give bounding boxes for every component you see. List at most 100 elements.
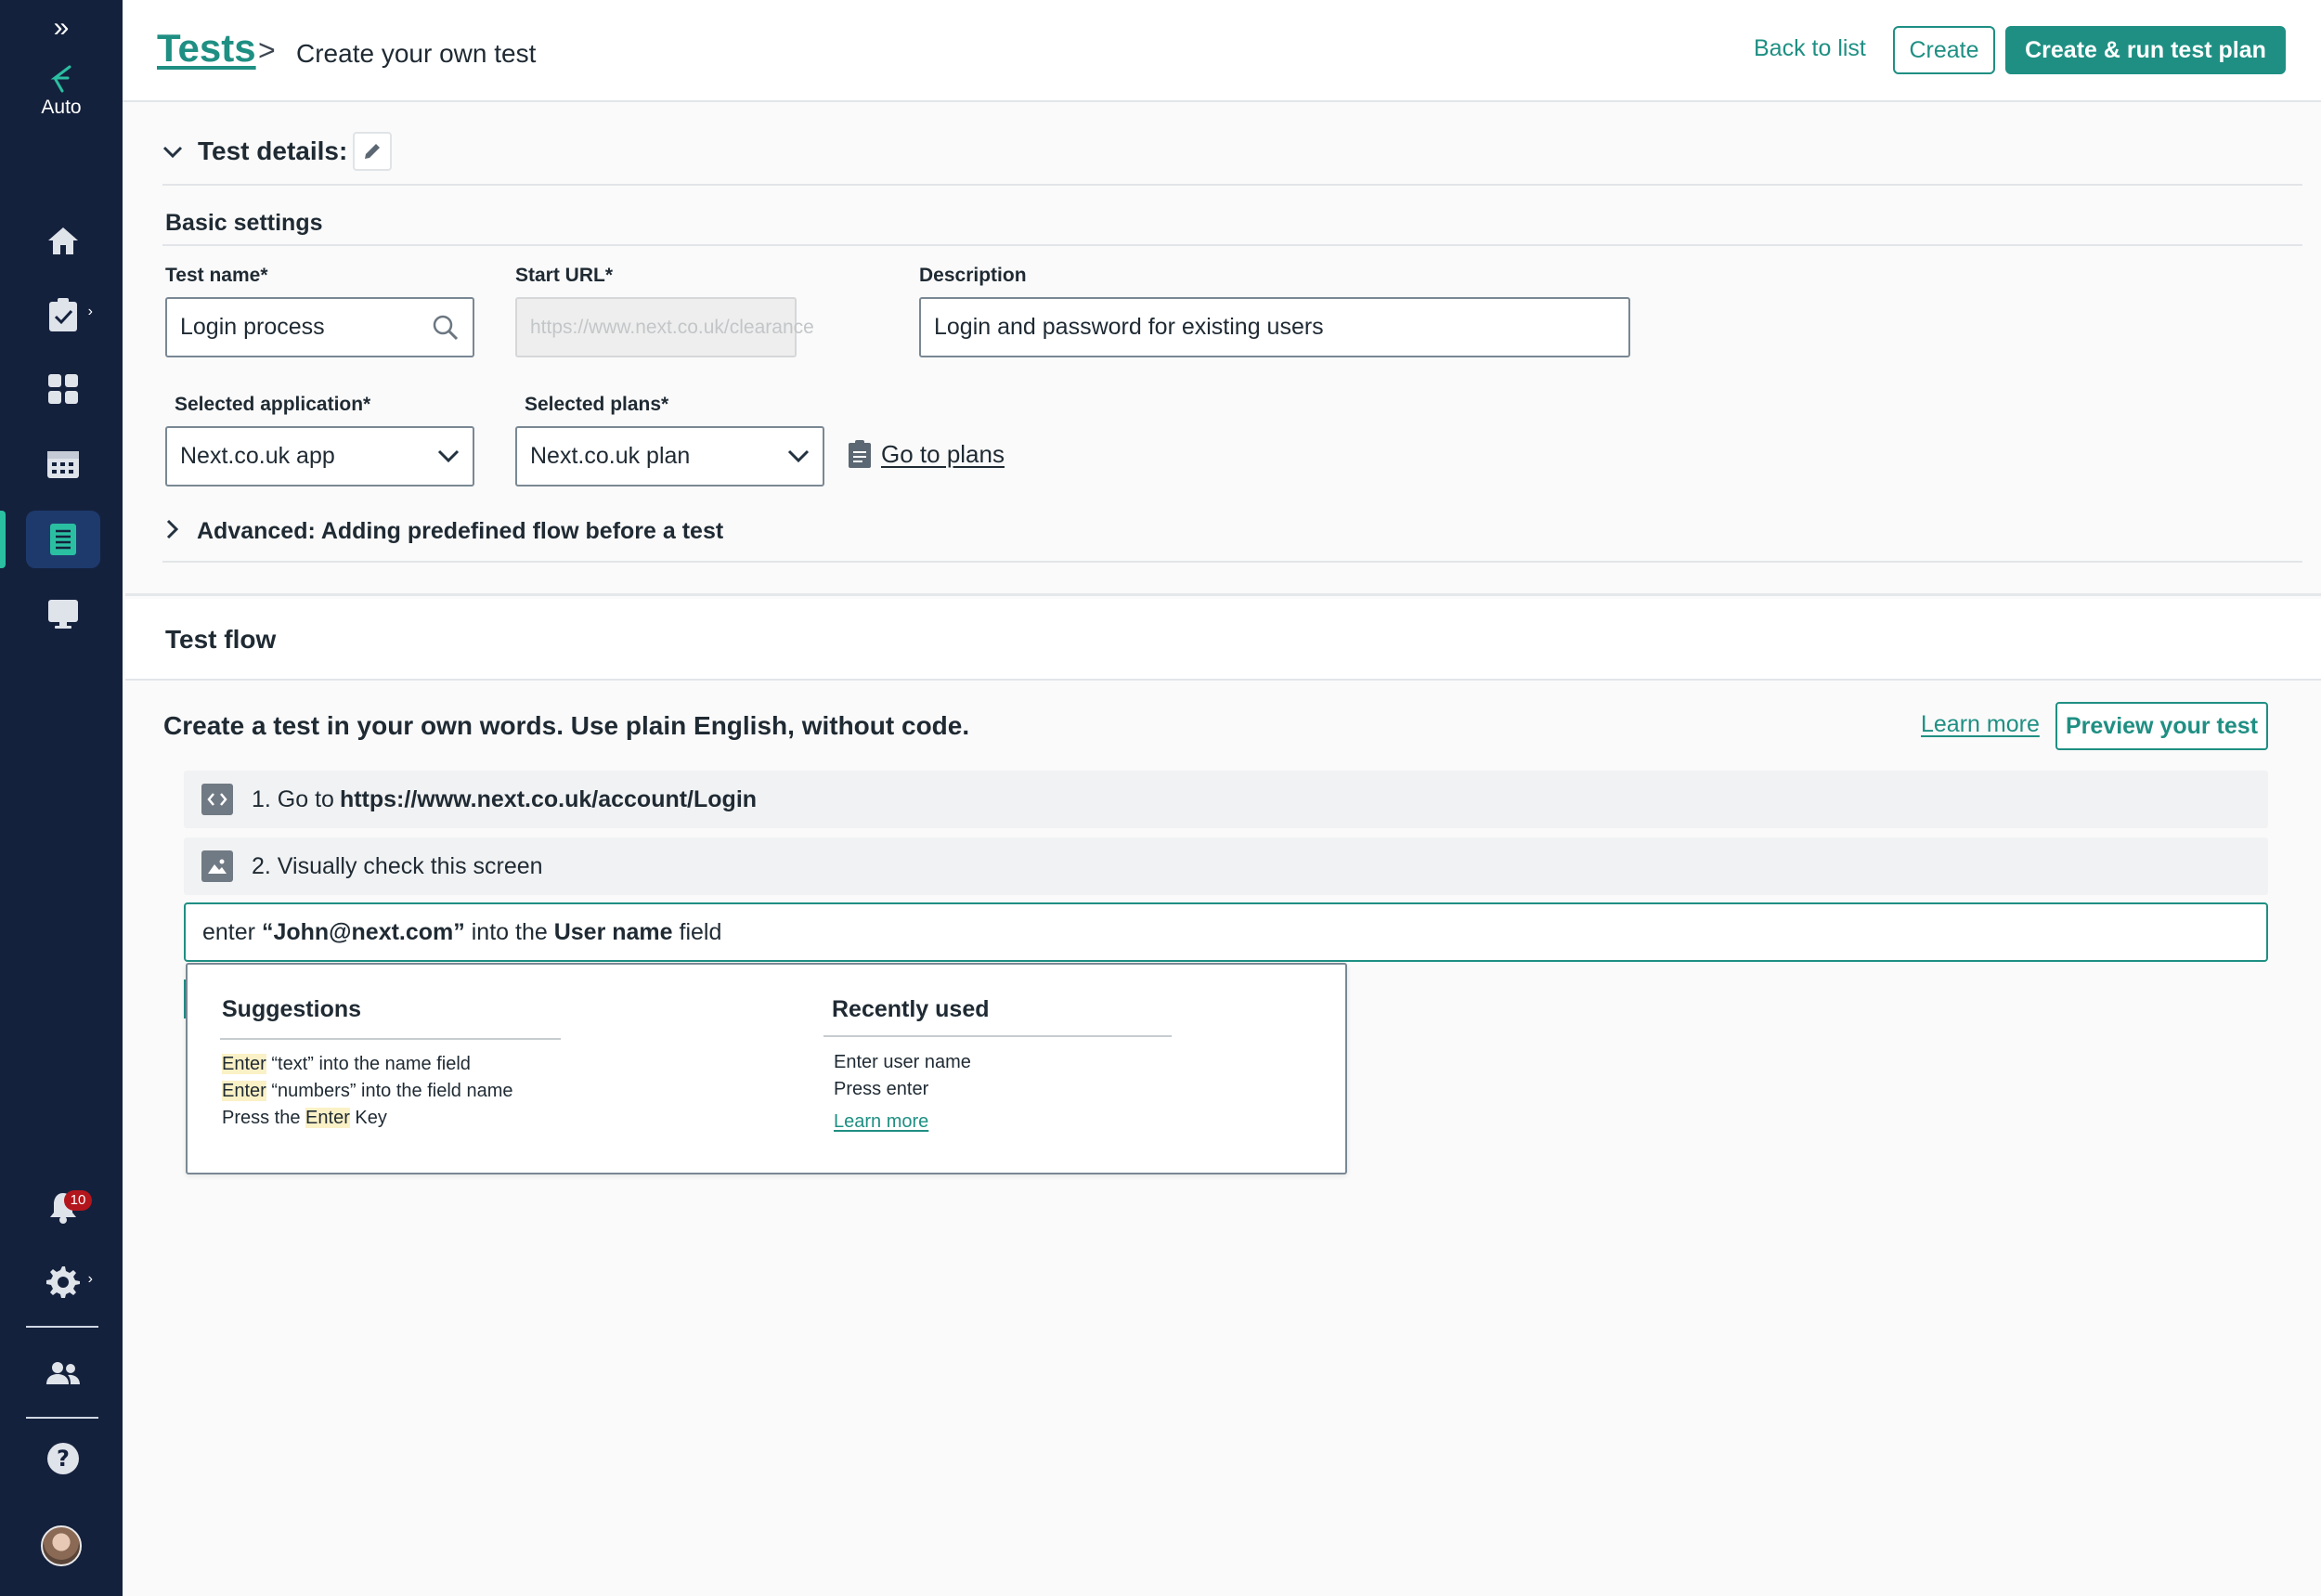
selected-application-label: Selected application* [175, 394, 371, 415]
recent-item[interactable]: Press enter [834, 1079, 928, 1100]
edit-details-button[interactable] [353, 132, 392, 171]
step-editor-input[interactable]: enter “John@next.com” into the User name… [184, 902, 2268, 962]
breadcrumb-tests-link[interactable]: Tests [157, 26, 256, 71]
divider [220, 1038, 561, 1040]
test-details-panel: Test details: Basic settings Test name* … [125, 102, 2321, 596]
sidebar-item-tests[interactable] [26, 511, 100, 568]
suggestions-heading: Suggestions [222, 996, 362, 1022]
breadcrumb-chevron-icon: > [258, 33, 276, 67]
svg-text:?: ? [57, 1446, 70, 1472]
suggestion-item[interactable]: Press the Enter Key [222, 1108, 387, 1129]
expand-sidebar-icon[interactable]: » [46, 13, 76, 43]
learn-more-link[interactable]: Learn more [1921, 711, 2040, 738]
start-url-input: https://www.next.co.uk/clearance [515, 297, 814, 357]
recent-item[interactable]: Enter user name [834, 1052, 971, 1073]
flow-step[interactable]: 2. Visually check this screen [184, 837, 2268, 895]
go-to-plans-link[interactable]: Go to plans [848, 439, 1005, 469]
search-icon [433, 315, 459, 341]
step-text: 1. Go to [252, 785, 334, 812]
step-text: 2. Visually check this screen [252, 852, 543, 879]
input-field-name: User name [553, 919, 673, 945]
advanced-section-toggle[interactable]: Advanced: Adding predefined flow before … [197, 518, 723, 545]
logo-icon [50, 65, 71, 93]
logo-text: Auto [41, 97, 82, 118]
monitor-icon [48, 600, 78, 629]
clipboard-check-icon [49, 298, 77, 331]
description-input[interactable]: Login and password for existing users [919, 297, 1630, 357]
sidebar-item-help[interactable]: ? [26, 1430, 100, 1487]
list-document-icon [50, 524, 76, 555]
test-name-value: Login process [180, 314, 325, 340]
clipboard-icon [849, 440, 871, 468]
input-value: “John@next.com” [261, 919, 465, 945]
plans-select[interactable]: Next.co.uk plan [515, 426, 824, 487]
sidebar-divider [26, 1326, 98, 1328]
description-value: Login and password for existing users [934, 314, 1324, 340]
step-url: https://www.next.co.uk/account/Login [339, 785, 758, 812]
plans-value: Next.co.uk plan [530, 443, 691, 469]
users-icon [46, 1362, 80, 1384]
test-name-label: Test name* [165, 265, 268, 286]
create-button[interactable]: Create [1893, 26, 1995, 74]
recently-used-heading: Recently used [832, 996, 990, 1022]
sidebar-divider [26, 1417, 98, 1419]
application-value: Next.co.uk app [180, 443, 335, 469]
expand-advanced-chevron-icon[interactable] [166, 519, 179, 546]
calendar-icon [47, 451, 79, 478]
chevron-down-icon [437, 449, 460, 463]
divider [162, 561, 2302, 563]
app-logo[interactable]: Auto [0, 65, 123, 119]
code-icon [201, 784, 233, 815]
home-icon [48, 227, 78, 254]
page-header: Tests > Create your own test Back to lis… [123, 0, 2321, 102]
sidebar-item-tasks[interactable]: › [26, 286, 100, 344]
back-to-list-button[interactable]: Back to list [1754, 35, 1866, 62]
grid-icon [48, 374, 78, 404]
pencil-icon [365, 144, 380, 159]
create-and-run-button[interactable]: Create & run test plan [2005, 26, 2286, 74]
user-avatar[interactable] [41, 1525, 82, 1566]
divider [823, 1035, 1172, 1037]
divider [162, 184, 2302, 186]
sidebar-item-calendar[interactable] [26, 435, 100, 492]
test-flow-title: Test flow [165, 625, 277, 654]
popup-learn-more-link[interactable]: Learn more [834, 1111, 928, 1133]
start-url-placeholder: https://www.next.co.uk/clearance [530, 317, 814, 338]
flow-step[interactable]: 1. Go to https://www.next.co.uk/account/… [184, 771, 2268, 828]
help-icon: ? [47, 1443, 79, 1474]
description-label: Description [919, 265, 1027, 286]
input-text: field [672, 919, 722, 945]
sidebar-item-devices[interactable] [26, 585, 100, 642]
sidebar-item-dashboard[interactable] [26, 360, 100, 418]
selected-plans-label: Selected plans* [525, 394, 669, 415]
input-text: into the [464, 919, 554, 945]
test-details-title: Test details: [198, 136, 348, 165]
divider [162, 244, 2302, 246]
sidebar-item-settings[interactable]: › [26, 1253, 100, 1311]
start-url-label: Start URL* [515, 265, 614, 286]
collapse-chevron-icon[interactable] [162, 139, 183, 165]
test-flow-header: Test flow [125, 599, 2321, 681]
sidebar-item-home[interactable] [26, 212, 100, 269]
test-name-input[interactable]: Login process [165, 297, 474, 357]
gear-icon [46, 1266, 80, 1298]
suggestions-popup: Suggestions Enter “text” into the name f… [186, 963, 1347, 1174]
basic-settings-heading: Basic settings [165, 210, 323, 236]
go-to-plans-label: Go to plans [881, 439, 1005, 468]
active-indicator [0, 511, 6, 568]
chevron-right-icon: › [87, 1271, 93, 1287]
sidebar-item-users[interactable] [26, 1344, 100, 1402]
input-text: enter [202, 919, 262, 945]
sidebar-item-notifications[interactable]: 10 [26, 1179, 100, 1237]
image-icon [201, 850, 233, 882]
notification-badge: 10 [64, 1190, 92, 1211]
test-flow-subtitle: Create a test in your own words. Use pla… [163, 711, 970, 740]
suggestion-item[interactable]: Enter “text” into the name field [222, 1054, 471, 1075]
preview-test-button[interactable]: Preview your test [2055, 702, 2268, 750]
page-title: Create your own test [296, 39, 537, 68]
sidebar: » Auto › 10 › ? [0, 0, 123, 1596]
application-select[interactable]: Next.co.uk app [165, 426, 474, 487]
suggestion-item[interactable]: Enter “numbers” into the field name [222, 1081, 513, 1102]
chevron-right-icon: › [87, 304, 93, 319]
chevron-down-icon [787, 449, 810, 463]
